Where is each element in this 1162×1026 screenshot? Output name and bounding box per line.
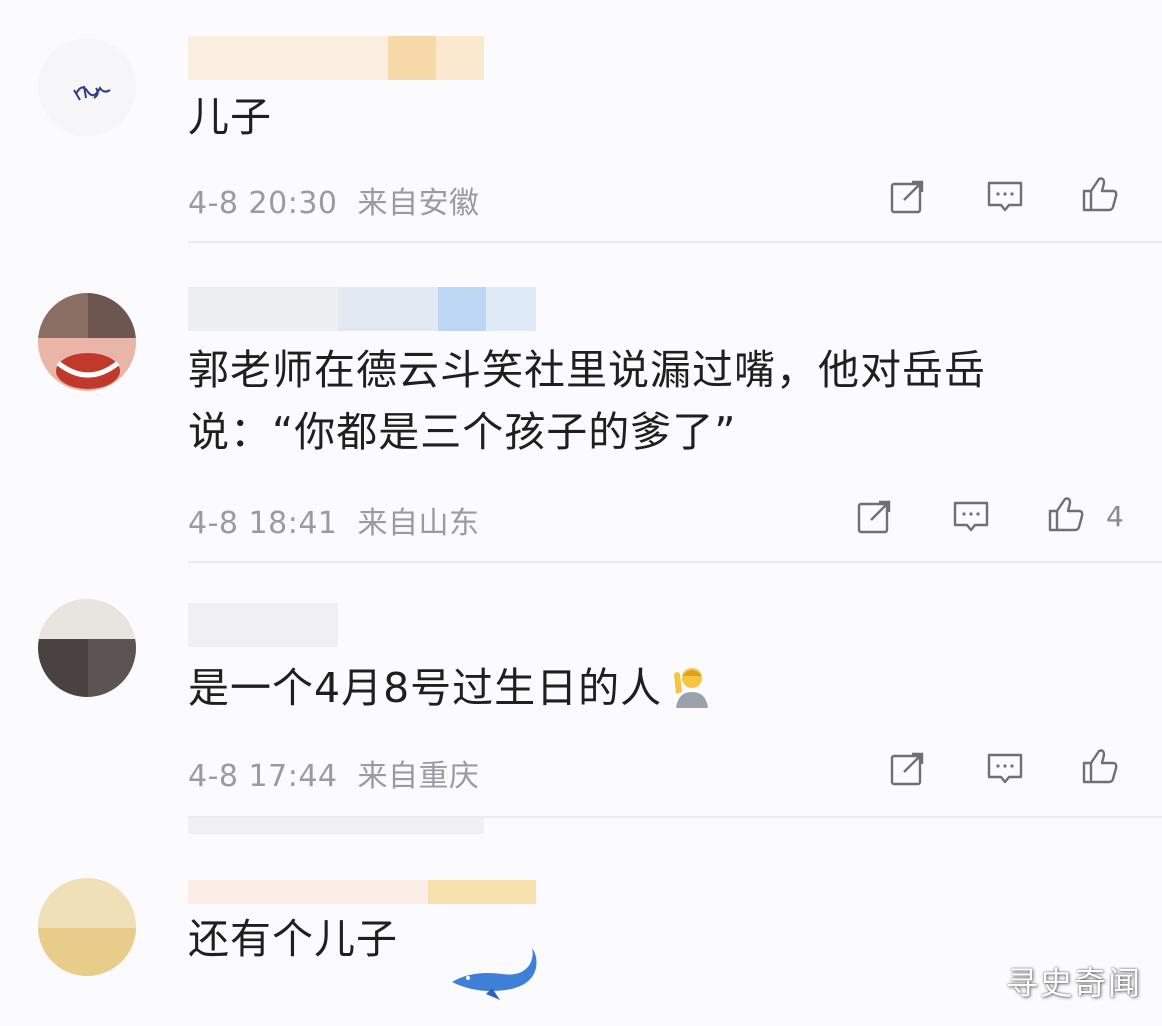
username-blurred[interactable]: [188, 287, 536, 331]
divider: [188, 241, 1162, 243]
comment-text: 儿子: [188, 93, 272, 141]
comment-item: 还有个儿子: [0, 818, 1162, 1026]
comment-location: 来自重庆: [357, 759, 480, 794]
whale-sticker-icon: [452, 948, 537, 1000]
repost-button[interactable]: [888, 748, 928, 788]
comment-text: 还有个儿子: [188, 915, 398, 963]
like-icon: [1082, 177, 1118, 212]
comment-button[interactable]: [985, 176, 1025, 216]
like-button[interactable]: [1080, 746, 1120, 786]
avatar[interactable]: [38, 293, 136, 391]
avatar[interactable]: [38, 38, 136, 136]
username-blurred[interactable]: [188, 880, 536, 904]
comment-meta: 4-8 17:44 来自重庆: [188, 751, 480, 795]
avatar[interactable]: [38, 878, 136, 976]
username-blurred[interactable]: [188, 818, 484, 834]
comment-text-content: 是一个4月8号过生日的人: [188, 664, 663, 712]
comment-item: 是一个4月8号过生日的人 4-8 17:44 来自重庆: [0, 563, 1162, 818]
comment-time: 4-8 20:30: [188, 186, 338, 221]
repost-icon: [890, 752, 924, 786]
comment-location: 来自山东: [357, 506, 480, 541]
comment-item: 郭老师在德云斗笑社里说漏过嘴，他对岳岳 说：“你都是三个孩子的爹了” 4-8 1…: [0, 245, 1162, 563]
repost-button[interactable]: [855, 496, 895, 536]
comment-text-line: 郭老师在德云斗笑社里说漏过嘴，他对岳岳: [188, 346, 986, 394]
comment-item: 儿子 4-8 20:30 来自安徽: [0, 0, 1162, 245]
like-icon: [1048, 497, 1084, 532]
like-button[interactable]: [1080, 174, 1120, 214]
comment-meta: 4-8 18:41 来自山东: [188, 498, 480, 542]
comment-text-line: 说：“你都是三个孩子的爹了”: [188, 408, 737, 456]
repost-button[interactable]: [888, 176, 928, 216]
comment-time: 4-8 18:41: [188, 506, 338, 541]
like-icon: [1082, 749, 1118, 784]
comment-icon: [987, 753, 1023, 784]
watermark: 寻史奇闻: [1005, 964, 1142, 1002]
comment-icon: [953, 501, 989, 532]
comment-text: 是一个4月8号过生日的人: [188, 657, 712, 719]
like-count: 4: [1106, 500, 1124, 533]
repost-icon: [890, 180, 924, 214]
comment-button[interactable]: [985, 748, 1025, 788]
username-blurred[interactable]: [188, 36, 484, 80]
avatar[interactable]: [38, 599, 136, 697]
comment-location: 来自安徽: [357, 186, 480, 221]
username-blurred[interactable]: [188, 603, 338, 647]
comment-button[interactable]: [951, 496, 991, 536]
comment-icon: [987, 181, 1023, 212]
person-raising-hand-icon: [674, 668, 709, 708]
comment-meta: 4-8 20:30 来自安徽: [188, 178, 480, 222]
like-button[interactable]: [1046, 494, 1086, 534]
comment-text: 郭老师在德云斗笑社里说漏过嘴，他对岳岳 说：“你都是三个孩子的爹了”: [188, 339, 986, 463]
comment-time: 4-8 17:44: [188, 759, 338, 794]
repost-icon: [857, 500, 891, 534]
